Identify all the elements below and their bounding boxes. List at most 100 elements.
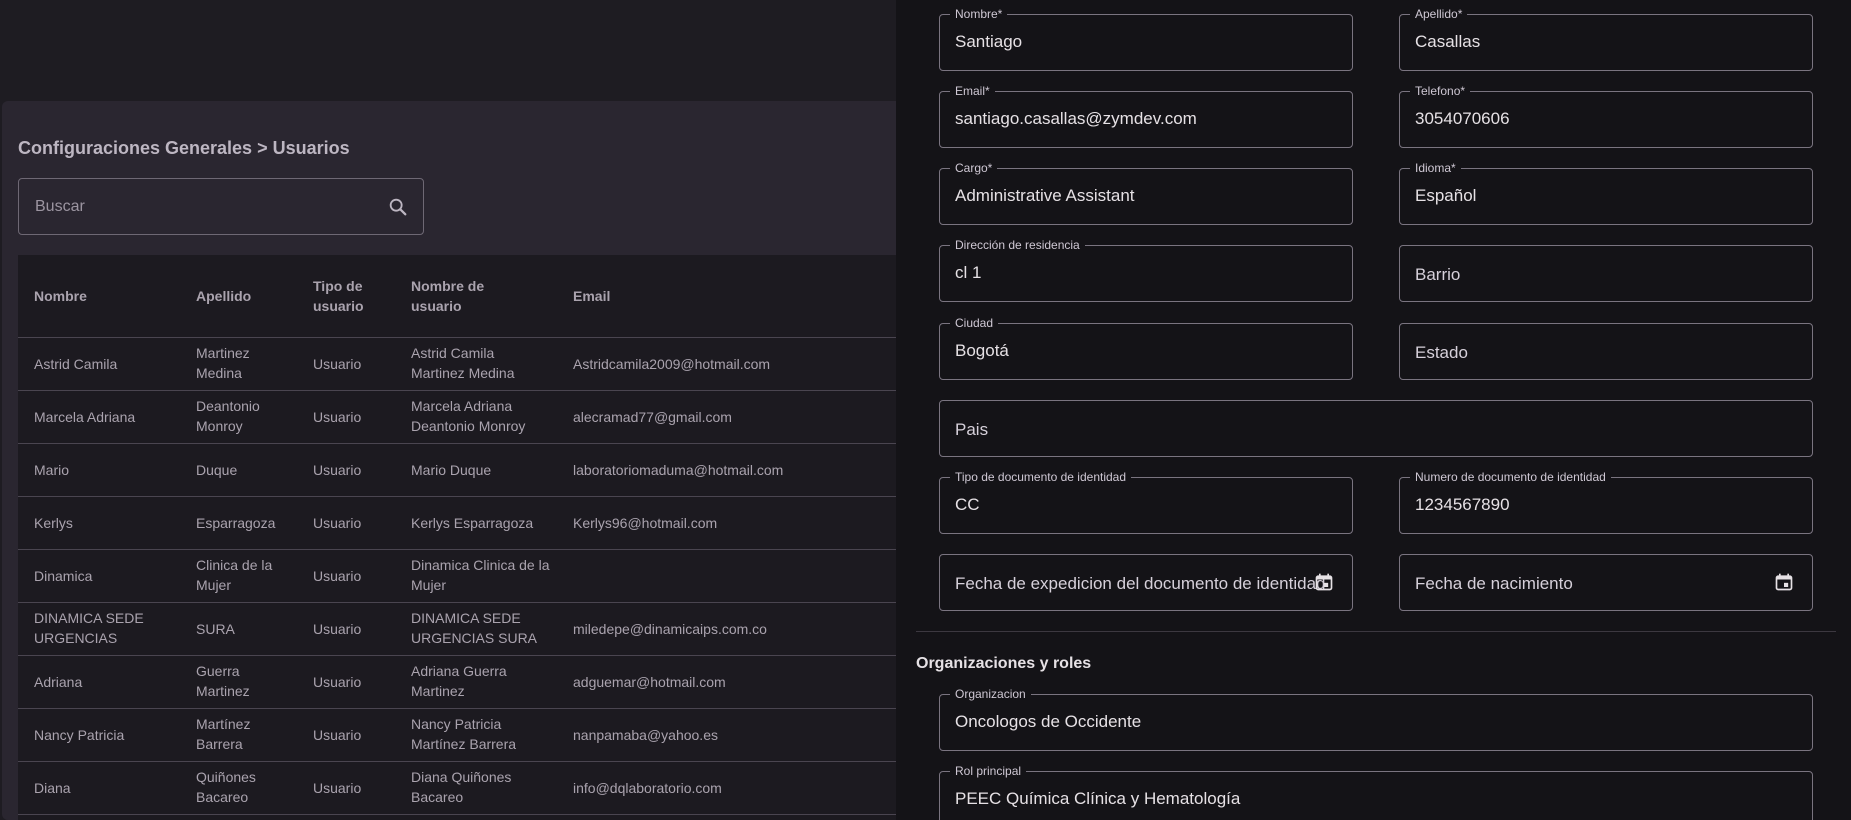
cell-tipo: Usuario xyxy=(313,727,362,743)
cell-email: laboratoriomaduma@hotmail.com xyxy=(573,462,784,478)
cargo-field[interactable]: Cargo* Administrative Assistant xyxy=(939,160,1353,225)
cell-nombre: Adriana xyxy=(34,674,83,690)
cell-usuario: DINAMICA SEDE URGENCIAS SURA xyxy=(411,610,538,646)
cell-tipo: Usuario xyxy=(313,568,362,584)
barrio-field[interactable]: Barrio xyxy=(1399,245,1813,302)
fecha-nacimiento-field[interactable]: Fecha de nacimiento xyxy=(1399,554,1813,611)
cell-nombre: Marcela Adriana xyxy=(34,409,136,425)
cell-usuario: Nancy Patricia Martínez Barrera xyxy=(411,716,517,752)
fecha-expedicion-field[interactable]: Fecha de expedicion del documento de ide… xyxy=(939,554,1353,611)
tipo-documento-label: Tipo de documento de identidad xyxy=(950,469,1132,485)
cell-email: miledepe@dinamicaips.com.co xyxy=(573,621,767,637)
header-email[interactable]: Email xyxy=(573,286,893,306)
cell-apellido: SURA xyxy=(196,621,235,637)
table-row[interactable]: Dinamica Clinica de la Mujer Usuario Din… xyxy=(18,550,902,603)
organizacion-label: Organizacion xyxy=(950,686,1031,702)
section-divider xyxy=(916,631,1836,632)
user-form-drawer: Nombre* Santiago Apellido* Casallas Emai… xyxy=(896,0,1851,820)
calendar-icon[interactable] xyxy=(1314,572,1334,592)
search-input[interactable]: Buscar xyxy=(18,178,424,235)
table-row[interactable]: DINAMICA SEDE URGENCIAS SURA Usuario DIN… xyxy=(18,603,902,656)
cell-tipo: Usuario xyxy=(313,356,362,372)
rol-principal-field[interactable]: Rol principal PEEC Química Clínica y Hem… xyxy=(939,763,1813,820)
apellido-value: Casallas xyxy=(1415,32,1481,51)
apellido-field[interactable]: Apellido* Casallas xyxy=(1399,6,1813,71)
cell-usuario: Kerlys Esparragoza xyxy=(411,515,534,531)
cell-nombre: Kerlys xyxy=(34,515,73,531)
users-table: Nombre Apellido Tipo de usuario Nombre d… xyxy=(18,255,902,820)
cell-apellido: Clinica de la Mujer xyxy=(196,557,273,593)
table-row[interactable]: Mario Duque Usuario Mario Duque laborato… xyxy=(18,444,902,497)
cell-nombre: Astrid Camila xyxy=(34,356,118,372)
cell-nombre: Mario xyxy=(34,462,70,478)
table-row[interactable]: Diana Quiñones Bacareo Usuario Diana Qui… xyxy=(18,762,902,815)
fecha-expedicion-placeholder: Fecha de expedicion del documento de ide… xyxy=(955,574,1326,593)
cell-apellido: Duque xyxy=(196,462,238,478)
cell-tipo: Usuario xyxy=(313,674,362,690)
cell-email: alecramad77@gmail.com xyxy=(573,409,732,425)
numero-documento-field[interactable]: Numero de documento de identidad 1234567… xyxy=(1399,469,1813,534)
rol-principal-label: Rol principal xyxy=(950,763,1027,779)
header-tipo-usuario[interactable]: Tipo de usuario xyxy=(313,276,373,316)
cell-apellido: Martinez Medina xyxy=(196,345,250,381)
email-label: Email* xyxy=(950,83,995,99)
header-nombre-usuario[interactable]: Nombre de usuario xyxy=(411,276,491,316)
estado-placeholder: Estado xyxy=(1415,343,1468,362)
table-row[interactable]: Astrid Camila Martinez Medina Usuario As… xyxy=(18,338,902,391)
cell-tipo: Usuario xyxy=(313,515,362,531)
cell-apellido: Esparragoza xyxy=(196,515,276,531)
fecha-nacimiento-placeholder: Fecha de nacimiento xyxy=(1415,574,1573,593)
pais-field[interactable]: Pais xyxy=(939,400,1813,457)
cell-tipo: Usuario xyxy=(313,780,362,796)
table-row[interactable]: Adriana Guerra Martinez Usuario Adriana … xyxy=(18,656,902,709)
cargo-value: Administrative Assistant xyxy=(955,186,1135,205)
idioma-label: Idioma* xyxy=(1410,160,1461,176)
direccion-value: cl 1 xyxy=(955,263,982,282)
rol-principal-value: PEEC Química Clínica y Hematología xyxy=(955,789,1241,808)
pais-placeholder: Pais xyxy=(955,420,989,439)
table-row[interactable]: Nancy Patricia Martínez Barrera Usuario … xyxy=(18,709,902,762)
cell-tipo: Usuario xyxy=(313,409,362,425)
header-nombre[interactable]: Nombre xyxy=(34,286,184,306)
cell-email: nanpamaba@yahoo.es xyxy=(573,727,718,743)
cell-usuario: Astrid Camila Martinez Medina xyxy=(411,345,515,381)
ciudad-value: Bogotá xyxy=(955,341,1009,360)
cell-nombre: Diana xyxy=(34,780,71,796)
ciudad-field[interactable]: Ciudad Bogotá xyxy=(939,315,1353,380)
organizacion-field[interactable]: Organizacion Oncologos de Occidente xyxy=(939,686,1813,751)
cell-usuario: Marcela Adriana Deantonio Monroy xyxy=(411,398,526,434)
apellido-label: Apellido* xyxy=(1410,6,1468,22)
table-row[interactable]: Kerlys Esparragoza Usuario Kerlys Esparr… xyxy=(18,497,902,550)
estado-field[interactable]: Estado xyxy=(1399,323,1813,380)
calendar-icon[interactable] xyxy=(1774,572,1794,592)
cell-email: Astridcamila2009@hotmail.com xyxy=(573,356,771,372)
organizacion-value: Oncologos de Occidente xyxy=(955,712,1142,731)
cell-nombre: Dinamica xyxy=(34,568,93,584)
header-apellido[interactable]: Apellido xyxy=(196,286,296,306)
search-icon[interactable] xyxy=(387,196,409,218)
cell-usuario: Adriana Guerra Martinez xyxy=(411,663,507,699)
table-header: Nombre Apellido Tipo de usuario Nombre d… xyxy=(18,255,902,338)
direccion-field[interactable]: Dirección de residencia cl 1 xyxy=(939,237,1353,302)
cell-tipo: Usuario xyxy=(313,621,362,637)
nombre-field[interactable]: Nombre* Santiago xyxy=(939,6,1353,71)
telefono-value: 3054070606 xyxy=(1415,109,1510,128)
tipo-documento-value: CC xyxy=(955,495,980,514)
cell-email: adguemar@hotmail.com xyxy=(573,674,726,690)
cell-email: Kerlys96@hotmail.com xyxy=(573,515,718,531)
telefono-field[interactable]: Telefono* 3054070606 xyxy=(1399,83,1813,148)
cell-nombre: Nancy Patricia xyxy=(34,727,125,743)
tipo-documento-field[interactable]: Tipo de documento de identidad CC xyxy=(939,469,1353,534)
cell-usuario: Mario Duque xyxy=(411,462,492,478)
email-value: santiago.casallas@zymdev.com xyxy=(955,109,1197,128)
breadcrumb: Configuraciones Generales > Usuarios xyxy=(18,138,350,158)
email-field[interactable]: Email* santiago.casallas@zymdev.com xyxy=(939,83,1353,148)
nombre-value: Santiago xyxy=(955,32,1023,51)
idioma-field[interactable]: Idioma* Español xyxy=(1399,160,1813,225)
cell-apellido: Martínez Barrera xyxy=(196,716,251,752)
table-row[interactable]: Marcela Adriana Deantonio Monroy Usuario… xyxy=(18,391,902,444)
cell-email: info@dqlaboratorio.com xyxy=(573,780,722,796)
cargo-label: Cargo* xyxy=(950,160,998,176)
cell-tipo: Usuario xyxy=(313,462,362,478)
cell-nombre: DINAMICA SEDE URGENCIAS xyxy=(34,610,144,646)
